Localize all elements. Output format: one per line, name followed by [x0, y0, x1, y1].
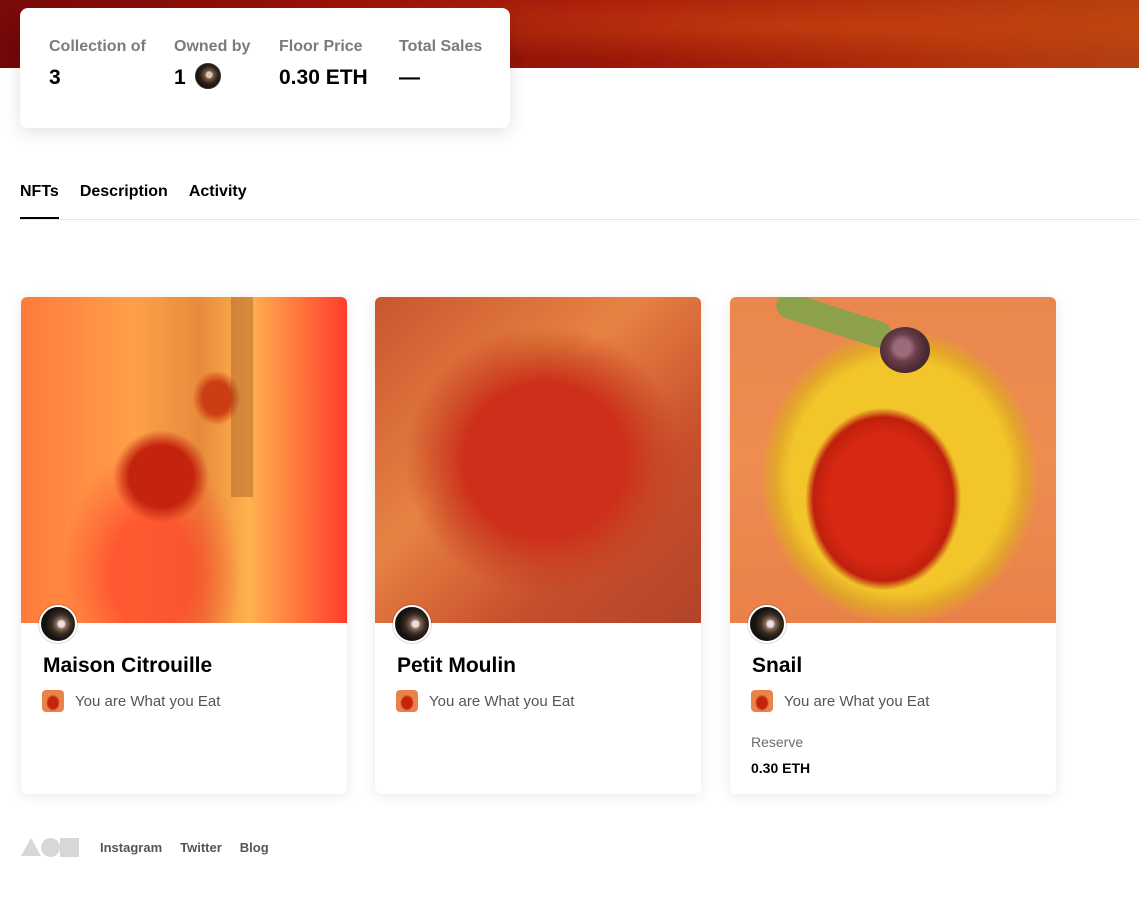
stat-value: 1 [174, 66, 186, 89]
footer-link-blog[interactable]: Blog [240, 840, 269, 855]
tab-activity[interactable]: Activity [189, 181, 247, 219]
creator-avatar-icon[interactable] [393, 605, 431, 643]
collection-tabs: NFTs Description Activity [20, 181, 247, 219]
nft-collection-link[interactable]: You are What you Eat [42, 690, 220, 712]
nft-card-petit-moulin[interactable]: Petit Moulin You are What you Eat [375, 297, 701, 794]
stat-value: 0.30 ETH [279, 66, 368, 89]
creator-avatar-icon[interactable] [39, 605, 77, 643]
reserve-label: Reserve [751, 734, 804, 750]
nft-artwork-image[interactable] [730, 297, 1056, 623]
collection-thumbnail-icon [396, 690, 418, 712]
nft-artwork-image[interactable] [21, 297, 347, 623]
reserve-price: 0.30 ETH [751, 760, 811, 776]
nft-collection-link[interactable]: You are What you Eat [751, 690, 929, 712]
tab-description[interactable]: Description [80, 181, 168, 219]
stat-total-sales: Total Sales — [399, 38, 482, 90]
stat-floor-price: Floor Price 0.30 ETH [279, 38, 368, 90]
nft-title[interactable]: Petit Moulin [397, 654, 516, 678]
stat-value: — [399, 66, 420, 89]
nft-title[interactable]: Snail [752, 654, 802, 678]
stat-value-row: 1 [174, 63, 250, 90]
owner-avatar-icon[interactable] [194, 63, 221, 89]
foundation-logo-icon[interactable] [21, 837, 79, 857]
creator-avatar-icon[interactable] [748, 605, 786, 643]
collection-thumbnail-icon [751, 690, 773, 712]
stat-label: Total Sales [399, 38, 483, 55]
nft-collection-link[interactable]: You are What you Eat [396, 690, 574, 712]
tabs-divider [20, 219, 1139, 220]
footer-link-instagram[interactable]: Instagram [100, 840, 162, 855]
collection-name: You are What you Eat [75, 692, 221, 710]
collection-name: You are What you Eat [429, 692, 575, 710]
nft-card-snail[interactable]: Snail You are What you Eat Reserve 0.30 … [730, 297, 1056, 794]
footer-links: Instagram Twitter Blog [100, 840, 269, 855]
stat-collection-of: Collection of 3 [49, 38, 146, 90]
collection-name: You are What you Eat [784, 692, 930, 710]
stat-label: Floor Price [279, 38, 363, 55]
stat-value: 3 [49, 66, 61, 89]
collection-thumbnail-icon [42, 690, 64, 712]
stat-label: Collection of [49, 38, 146, 55]
footer: Instagram Twitter Blog [21, 837, 269, 857]
footer-link-twitter[interactable]: Twitter [180, 840, 222, 855]
nft-title[interactable]: Maison Citrouille [43, 654, 212, 678]
nft-card-maison-citrouille[interactable]: Maison Citrouille You are What you Eat [21, 297, 347, 794]
collection-stats-card: Collection of 3 Owned by 1 Floor Price 0… [20, 8, 510, 128]
nft-artwork-image[interactable] [375, 297, 701, 623]
stat-label: Owned by [174, 38, 251, 55]
tab-nfts[interactable]: NFTs [20, 181, 59, 219]
stat-owned-by: Owned by 1 [174, 38, 250, 90]
